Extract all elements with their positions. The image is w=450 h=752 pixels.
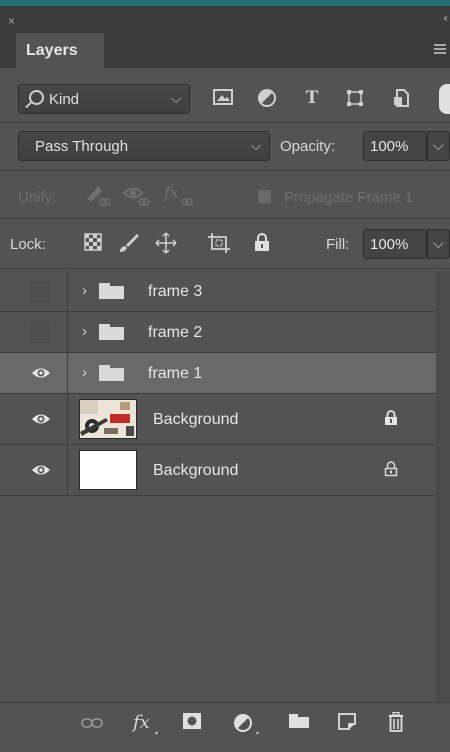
- fill-dropdown-button[interactable]: ⌵: [427, 229, 450, 259]
- chevron-right-icon[interactable]: ›: [82, 282, 87, 299]
- divider: [0, 218, 450, 219]
- opacity-value: 100%: [370, 138, 409, 155]
- chevron-down-icon: ⌵: [171, 91, 181, 106]
- fill-label: Fill:: [326, 236, 350, 253]
- fill-value: 100%: [370, 236, 409, 253]
- lock-position-icon[interactable]: [154, 232, 178, 259]
- image-filter-icon[interactable]: [211, 88, 235, 110]
- layer-name: frame 1: [148, 365, 203, 382]
- smart-object-filter-icon[interactable]: [389, 88, 413, 110]
- tab-layers[interactable]: Layers: [16, 33, 104, 68]
- visibility-toggle[interactable]: [0, 312, 68, 352]
- eye-icon: [32, 465, 50, 475]
- layer-row[interactable]: Background: [0, 445, 436, 496]
- divider: [0, 170, 450, 171]
- blend-mode-label: Pass Through: [35, 138, 129, 155]
- visibility-toggle[interactable]: [0, 271, 68, 311]
- divider: [0, 268, 450, 269]
- layers-empty-area: [0, 496, 436, 702]
- visibility-off-box: [30, 282, 50, 302]
- visibility-toggle[interactable]: [0, 353, 68, 393]
- unify-visibility-icon[interactable]: [122, 183, 150, 212]
- shape-filter-icon[interactable]: [343, 88, 367, 110]
- layer-name: Background: [153, 411, 239, 428]
- lock-outline-icon: [384, 461, 398, 477]
- scrollbar-track[interactable]: [436, 271, 450, 702]
- lock-image-pixels-icon[interactable]: [117, 232, 141, 259]
- unify-label: Unify:: [18, 189, 57, 206]
- unify-style-icon[interactable]: fx: [163, 183, 195, 212]
- layer-style-icon[interactable]: fx: [131, 712, 161, 735]
- layers-bottom-toolbar: [0, 702, 450, 752]
- new-group-icon[interactable]: [287, 712, 311, 734]
- propagate-frame-checkbox[interactable]: [258, 190, 271, 203]
- opacity-dropdown-button[interactable]: ⌵: [427, 131, 450, 161]
- chevron-right-icon[interactable]: ›: [82, 364, 87, 381]
- lock-transparent-pixels-icon[interactable]: [81, 232, 105, 257]
- lock-all-icon[interactable]: [250, 232, 274, 257]
- trash-icon[interactable]: [384, 711, 408, 734]
- search-icon: [29, 90, 44, 105]
- eye-icon: [32, 368, 50, 378]
- panel-titlebar: × ‹‹: [0, 6, 450, 28]
- unify-position-icon[interactable]: [84, 183, 111, 212]
- tab-layers-label: Layers: [26, 42, 78, 59]
- fill-input[interactable]: 100%: [363, 229, 427, 259]
- svg-text:fx: fx: [163, 183, 179, 202]
- chevron-right-icon[interactable]: ›: [82, 323, 87, 340]
- filter-kind-label: Kind: [49, 91, 80, 108]
- chevron-down-icon: ⌵: [433, 137, 444, 153]
- layer-thumbnail: [79, 450, 137, 490]
- svg-text:fx: fx: [131, 712, 150, 733]
- layer-row[interactable]: Background: [0, 394, 436, 445]
- filter-kind-select[interactable]: Kind ⌵: [18, 84, 190, 114]
- folder-icon: [99, 324, 124, 340]
- visibility-toggle[interactable]: [0, 445, 68, 495]
- layer-row-selected[interactable]: › frame 1: [0, 353, 436, 394]
- layer-mask-icon[interactable]: [180, 712, 204, 734]
- lock-artboard-icon[interactable]: [207, 232, 231, 259]
- divider: [0, 122, 450, 123]
- lock-label: Lock:: [10, 236, 46, 253]
- layer-row[interactable]: › frame 3: [0, 271, 436, 312]
- layer-thumbnail: [79, 399, 137, 439]
- folder-icon: [99, 283, 124, 299]
- visibility-toggle[interactable]: [0, 394, 68, 444]
- blend-mode-select[interactable]: Pass Through ⌵: [18, 131, 270, 161]
- adjustment-layer-icon[interactable]: [232, 712, 262, 735]
- chevron-down-icon: ⌵: [433, 235, 444, 251]
- type-filter-icon[interactable]: T: [300, 88, 324, 110]
- panel-menu-icon[interactable]: [434, 44, 446, 56]
- visibility-off-box: [30, 323, 50, 343]
- layer-name: frame 3: [148, 283, 203, 300]
- collapse-icon[interactable]: ‹‹: [443, 13, 447, 24]
- propagate-frame-label: Propagate Frame 1: [284, 189, 414, 206]
- link-layers-icon[interactable]: [80, 712, 104, 734]
- folder-icon: [99, 365, 124, 381]
- layer-name: Background: [153, 462, 239, 479]
- adjustment-filter-icon[interactable]: [255, 88, 279, 110]
- chevron-down-icon: ⌵: [251, 138, 261, 153]
- new-layer-icon[interactable]: [335, 712, 359, 734]
- opacity-label: Opacity:: [280, 138, 336, 155]
- filter-toggle-switch[interactable]: [439, 84, 450, 114]
- eye-icon: [32, 414, 50, 424]
- opacity-input[interactable]: 100%: [363, 131, 427, 161]
- layer-row[interactable]: › frame 2: [0, 312, 436, 353]
- layers-list: › frame 3 › frame 2 › frame 1 Background…: [0, 271, 436, 496]
- layer-name: frame 2: [148, 324, 203, 341]
- lock-icon: [385, 410, 397, 425]
